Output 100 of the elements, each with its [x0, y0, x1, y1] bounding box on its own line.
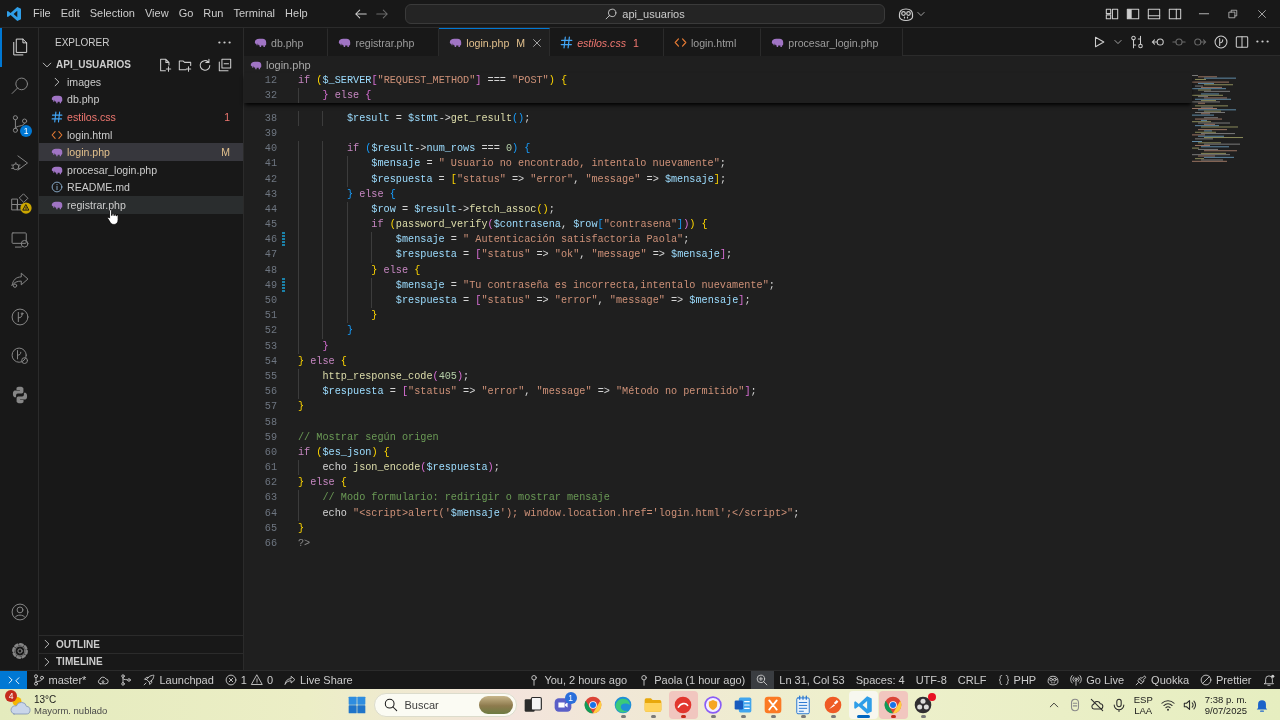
taskbar-app[interactable]: 1 — [548, 690, 578, 719]
editor-tab[interactable]: db.php — [244, 28, 329, 56]
close-icon[interactable] — [1257, 8, 1267, 19]
file-tree-item[interactable]: login.php M — [39, 143, 243, 161]
wifi-icon[interactable] — [1160, 697, 1175, 712]
stacked-windows-icon — [523, 694, 543, 715]
info-icon — [51, 181, 63, 194]
code-line: } else { — [298, 354, 347, 369]
python-logo-icon — [10, 384, 30, 405]
file-tree-item[interactable]: registrar.php — [39, 196, 243, 214]
menu-item[interactable]: Edit — [55, 4, 85, 23]
sidebar-toggle-icon[interactable] — [1126, 6, 1140, 21]
panel-toggle-icon[interactable] — [1147, 6, 1161, 21]
collapse-all-icon[interactable] — [218, 57, 232, 72]
language-mode-button[interactable]: PHP — [992, 671, 1042, 689]
menu-item[interactable]: Selection — [84, 4, 140, 23]
menu-item[interactable]: View — [139, 4, 174, 23]
editor-tab[interactable]: procesar_login.php — [761, 28, 904, 56]
line-number: 63 — [263, 491, 277, 506]
refresh-icon[interactable] — [198, 57, 212, 72]
code-line: } else { — [371, 263, 421, 278]
file-tree-item[interactable]: db.php — [39, 90, 243, 109]
status-item[interactable]: CRLF — [952, 671, 993, 689]
menu-item[interactable]: File — [28, 4, 56, 23]
problems-button[interactable]: 1 0 — [219, 671, 279, 689]
blame-button[interactable]: You, 2 hours ago — [522, 671, 633, 689]
app-logo-icon — [6, 5, 22, 22]
file-tree-item[interactable]: README.md — [39, 178, 243, 197]
clock-time[interactable]: 7:38 p. m. — [1204, 693, 1247, 705]
elephant-icon — [51, 146, 63, 159]
editor-tab[interactable]: estilos.css 1 — [550, 28, 664, 56]
command-center[interactable]: api_usuarios — [405, 3, 885, 24]
line-number: 54 — [263, 354, 277, 369]
elephant-icon — [771, 36, 785, 49]
code-line: } else { — [298, 476, 347, 491]
file-tree-item[interactable]: procesar_login.php — [39, 160, 243, 179]
split-editor-icon[interactable] — [1235, 34, 1249, 49]
branch-circle-icon[interactable] — [1214, 34, 1228, 49]
line-number: 59 — [263, 430, 277, 445]
more-actions-icon[interactable] — [218, 40, 231, 44]
go-live-button[interactable]: Go Live — [1064, 671, 1130, 689]
line-number: 60 — [263, 445, 277, 460]
customize-layout-icon[interactable] — [1105, 6, 1119, 21]
forward-arrow-icon[interactable] — [375, 6, 389, 21]
branch-button[interactable]: master* — [27, 671, 92, 689]
files-icon — [10, 37, 30, 58]
menu-item[interactable]: Go — [173, 4, 199, 23]
code-line: } — [371, 309, 378, 324]
keyboard-layout-label[interactable]: LAA — [1134, 704, 1153, 716]
microphone-icon[interactable] — [1111, 697, 1126, 712]
temperature-label[interactable]: 13°C — [34, 693, 108, 705]
live-share-button[interactable]: Live Share — [278, 671, 359, 689]
minimize-icon[interactable] — [1199, 12, 1209, 15]
file-tree-item[interactable]: estilos.css 1 — [39, 108, 243, 126]
menu-item[interactable]: Help — [280, 4, 313, 23]
secondary-sidebar-toggle-icon[interactable] — [1168, 6, 1182, 21]
weather-condition-label[interactable]: Mayorm. nublado — [34, 704, 108, 716]
editor-tab[interactable]: registrar.php — [328, 28, 440, 56]
line-number: 58 — [263, 415, 277, 430]
restore-icon[interactable] — [1228, 8, 1238, 19]
file-tree-item[interactable]: login.html — [39, 125, 243, 144]
search-field[interactable]: Buscar — [373, 692, 517, 717]
bell-icon[interactable] — [1255, 697, 1269, 712]
back-arrow-icon[interactable] — [354, 6, 368, 21]
goggles-face-icon[interactable] — [898, 5, 914, 22]
volume-icon[interactable] — [1182, 697, 1197, 712]
more-actions-icon[interactable] — [1256, 40, 1269, 43]
clock-date[interactable]: 9/07/2025 — [1204, 704, 1247, 716]
compare-changes-icon[interactable] — [1130, 34, 1144, 49]
prettier-button[interactable]: Prettier — [1194, 671, 1257, 689]
elephant-icon — [449, 36, 463, 49]
code-line: echo "<script>alert('$mensaje'); window.location.href='login.html';</script>"; — [322, 506, 800, 521]
editor-tab[interactable]: login.php M — [439, 28, 551, 56]
status-item[interactable]: Spaces: 4 — [850, 671, 911, 689]
notepad-icon — [793, 694, 813, 715]
close-icon[interactable] — [532, 37, 543, 48]
input-language-label[interactable]: ESP — [1133, 693, 1153, 705]
line-number: 44 — [263, 202, 277, 217]
quokka-button[interactable]: Quokka — [1129, 671, 1195, 689]
panel-header[interactable]: OUTLINE — [39, 635, 243, 653]
cloud-off-icon[interactable] — [1089, 697, 1104, 712]
rocket-icon — [143, 674, 156, 686]
new-file-icon[interactable] — [158, 57, 172, 72]
launchpad-button[interactable]: Launchpad — [137, 671, 220, 689]
line-number: 61 — [263, 461, 277, 476]
zoom-button[interactable] — [750, 671, 774, 689]
editor-tab[interactable]: login.html — [663, 28, 762, 56]
code-line: } — [346, 324, 354, 339]
status-item[interactable]: UTF-8 — [910, 671, 953, 689]
blame-button[interactable]: Paola (1 hour ago) — [632, 671, 751, 689]
new-folder-icon[interactable] — [178, 57, 192, 72]
breadcrumb-item[interactable]: login.php — [266, 58, 311, 71]
play-icon[interactable] — [1092, 34, 1106, 49]
folder-section-header[interactable]: API_USUARIOS — [41, 58, 158, 71]
source-control-tab[interactable]: 1 — [0, 105, 38, 144]
file-tree-item[interactable]: images — [39, 73, 243, 91]
menu-item[interactable]: Run — [198, 4, 229, 23]
menu-item[interactable]: Terminal — [228, 4, 281, 23]
status-item[interactable]: Ln 31, Col 53 — [773, 671, 851, 689]
broadcast-icon — [1070, 674, 1083, 686]
